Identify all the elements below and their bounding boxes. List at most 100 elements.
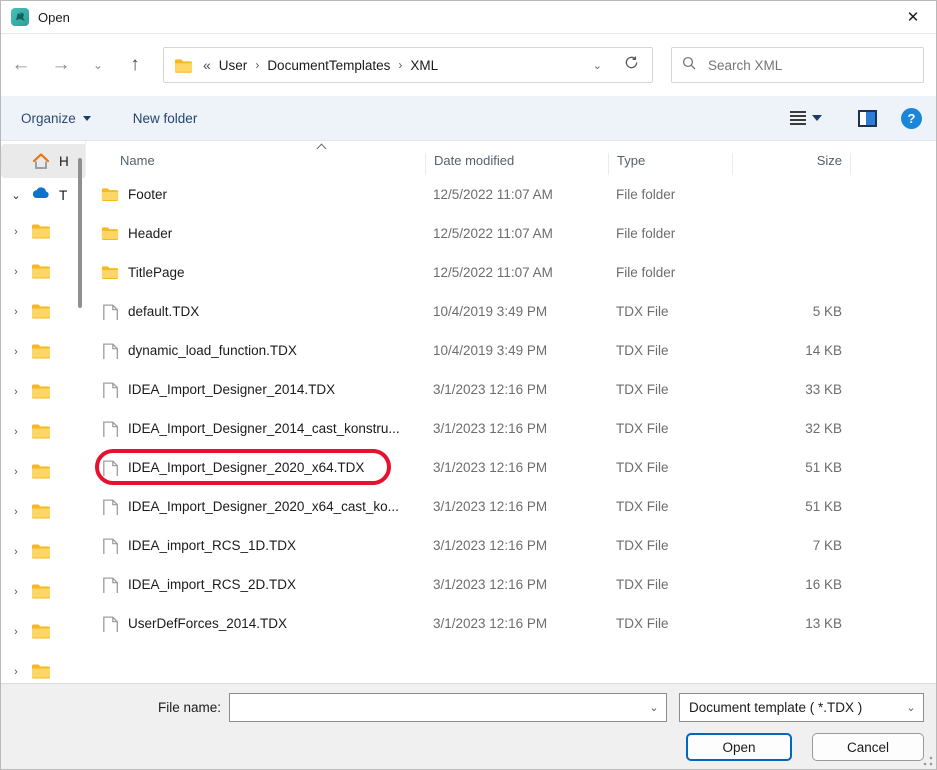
chevron-right-icon[interactable]: › [1,386,31,398]
sidebar-folder-item[interactable]: › [1,452,85,492]
chevron-right-icon[interactable]: › [1,346,31,358]
file-name-cell[interactable]: IDEA_Import_Designer_2020_x64_cast_ko... [85,499,425,515]
sidebar-folder-item[interactable]: › [1,412,85,452]
column-header-type[interactable]: Type [609,153,733,175]
sidebar-item-home[interactable]: H [1,144,85,178]
address-bar[interactable]: « User › DocumentTemplates › XML ⌄ [163,47,653,83]
up-icon[interactable]: ↑ [115,54,155,76]
chevron-down-icon[interactable]: ⌄ [899,701,923,714]
chevron-down-icon [83,116,91,121]
change-view-button[interactable] [790,111,830,125]
table-row[interactable]: IDEA_Import_Designer_2014.TDX 3/1/2023 1… [85,370,936,409]
file-name-cell[interactable]: IDEA_Import_Designer_2020_x64.TDX [85,460,425,476]
sidebar-folder-item[interactable]: › [1,572,85,612]
date-modified-cell: 3/1/2023 12:16 PM [425,499,608,514]
breadcrumb-documenttemplates[interactable]: DocumentTemplates [267,58,390,73]
help-icon[interactable]: ? [901,108,922,129]
refresh-icon[interactable] [616,55,646,75]
sidebar-folder-item[interactable]: › [1,252,85,292]
table-row[interactable]: dynamic_load_function.TDX 10/4/2019 3:49… [85,331,936,370]
file-name-cell[interactable]: IDEA_import_RCS_2D.TDX [85,577,425,593]
breadcrumb-xml[interactable]: XML [410,58,438,73]
file-name-cell[interactable]: dynamic_load_function.TDX [85,343,425,359]
chevron-right-icon[interactable]: › [1,626,31,638]
column-header-size[interactable]: Size [733,153,851,175]
forward-icon[interactable]: → [41,54,81,76]
sidebar-folder-item[interactable]: › [1,612,85,652]
sidebar-folder-item[interactable]: › [1,492,85,532]
chevron-right-icon[interactable]: › [1,306,31,318]
sidebar-folder-item[interactable]: › [1,652,85,683]
breadcrumb-separator-icon[interactable]: › [390,58,410,72]
chevron-right-icon[interactable]: › [1,266,31,278]
preview-pane-icon[interactable] [858,110,877,127]
sidebar-item-onedrive[interactable]: ⌄ T [1,178,85,212]
file-name-cell[interactable]: TitlePage [85,265,425,281]
sidebar-folder-item[interactable]: › [1,372,85,412]
file-name-text: IDEA_import_RCS_2D.TDX [128,577,296,592]
table-row[interactable]: IDEA_import_RCS_1D.TDX 3/1/2023 12:16 PM… [85,526,936,565]
close-icon[interactable]: ✕ [890,1,936,33]
date-modified-cell: 3/1/2023 12:16 PM [425,616,608,631]
file-name-cell[interactable]: IDEA_Import_Designer_2014_cast_konstru..… [85,421,425,437]
table-row[interactable]: TitlePage 12/5/2022 11:07 AM File folder [85,253,936,292]
back-icon[interactable]: ← [1,54,41,76]
file-name-cell[interactable]: UserDefForces_2014.TDX [85,616,425,632]
open-button[interactable]: Open [686,733,792,761]
organize-button[interactable]: Organize [21,111,91,126]
table-row[interactable]: IDEA_Import_Designer_2020_x64.TDX 3/1/20… [85,448,936,487]
chevron-down-icon[interactable]: ⌄ [1,189,31,202]
resize-grip[interactable] [923,756,933,766]
folder-icon [101,265,119,281]
size-cell: 51 KB [732,499,850,514]
file-name-cell[interactable]: IDEA_import_RCS_1D.TDX [85,538,425,554]
type-cell: TDX File [608,616,732,631]
table-row[interactable]: UserDefForces_2014.TDX 3/1/2023 12:16 PM… [85,604,936,643]
sidebar-folder-item[interactable]: › [1,292,85,332]
date-modified-cell: 12/5/2022 11:07 AM [425,226,608,241]
chevron-right-icon[interactable]: › [1,666,31,678]
table-row[interactable]: Header 12/5/2022 11:07 AM File folder [85,214,936,253]
recent-locations-icon[interactable]: ⌄ [81,58,115,72]
chevron-right-icon[interactable]: › [1,546,31,558]
table-row[interactable]: Footer 12/5/2022 11:07 AM File folder [85,175,936,214]
file-type-select[interactable]: Document template ( *.TDX ) ⌄ [679,693,924,722]
sidebar-folder-item[interactable]: › [1,212,85,252]
breadcrumb-overflow[interactable]: « [197,57,219,73]
sidebar-item-label: T [59,188,67,203]
cancel-button[interactable]: Cancel [812,733,924,761]
table-row[interactable]: default.TDX 10/4/2019 3:49 PM TDX File 5… [85,292,936,331]
date-modified-cell: 12/5/2022 11:07 AM [425,265,608,280]
table-row[interactable]: IDEA_Import_Designer_2020_x64_cast_ko...… [85,487,936,526]
chevron-right-icon[interactable]: › [1,586,31,598]
file-name-combobox[interactable]: ⌄ [229,693,667,722]
new-folder-button[interactable]: New folder [133,111,198,126]
chevron-right-icon[interactable]: › [1,466,31,478]
sidebar-folder-item[interactable]: › [1,332,85,372]
sidebar-folder-item[interactable]: › [1,532,85,572]
navigation-sidebar: H ⌄ T › › › › [1,141,85,683]
column-header-spacer [851,168,936,175]
file-name-cell[interactable]: Footer [85,187,425,203]
file-name-cell[interactable]: Header [85,226,425,242]
column-header-name[interactable]: Name [86,153,426,175]
column-header-date-modified[interactable]: Date modified [426,153,609,175]
file-name-input[interactable] [230,694,642,721]
search-input[interactable] [706,57,913,74]
sidebar-scrollbar[interactable] [78,158,82,308]
file-name-cell[interactable]: default.TDX [85,304,425,320]
search-box[interactable] [671,47,924,83]
size-cell: 32 KB [732,421,850,436]
chevron-right-icon[interactable]: › [1,426,31,438]
chevron-right-icon[interactable]: › [1,226,31,238]
folder-icon [31,423,51,441]
breadcrumb-user[interactable]: User [219,58,248,73]
chevron-down-icon [812,115,822,121]
table-row[interactable]: IDEA_Import_Designer_2014_cast_konstru..… [85,409,936,448]
file-name-cell[interactable]: IDEA_Import_Designer_2014.TDX [85,382,425,398]
chevron-right-icon[interactable]: › [1,506,31,518]
chevron-down-icon[interactable]: ⌄ [642,701,666,714]
table-row[interactable]: IDEA_import_RCS_2D.TDX 3/1/2023 12:16 PM… [85,565,936,604]
breadcrumb-separator-icon[interactable]: › [247,58,267,72]
address-dropdown-icon[interactable]: ⌄ [579,59,616,72]
